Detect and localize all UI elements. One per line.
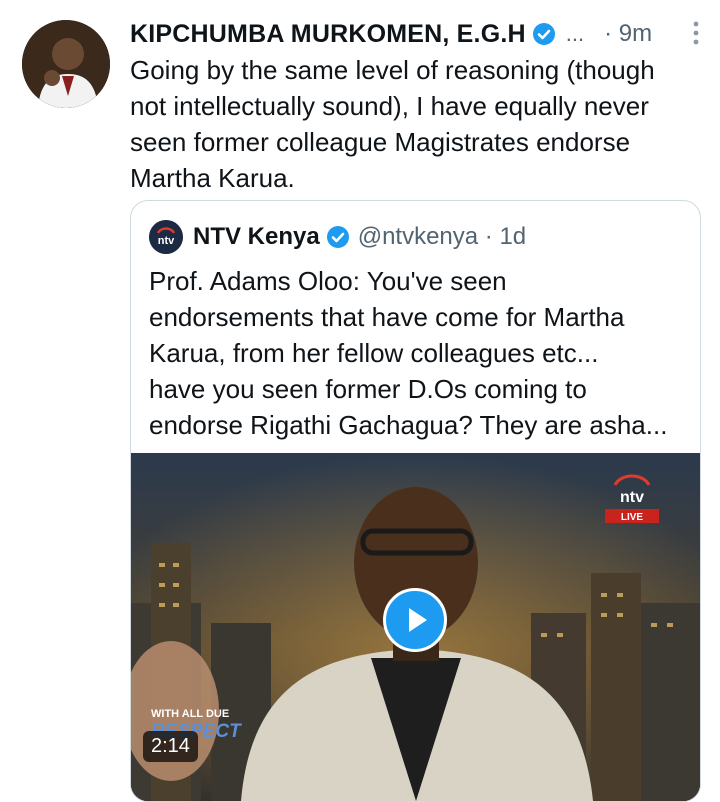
svg-text:ntv: ntv <box>620 489 644 506</box>
author-name[interactable]: KIPCHUMBA MURKOMEN, E.G.H <box>130 20 526 49</box>
quoted-tweet-header: ntv NTV Kenya @ntvkenya · 1d <box>149 219 526 255</box>
tweet-timestamp[interactable]: · 9m <box>604 20 652 48</box>
play-button[interactable] <box>383 588 447 652</box>
svg-text:LIVE: LIVE <box>621 512 644 523</box>
video-thumbnail[interactable]: ntv LIVE WITH ALL DUE RESPECT 2:14 <box>131 453 700 801</box>
svg-text:WITH ALL DUE: WITH ALL DUE <box>151 708 229 720</box>
quoted-author-avatar: ntv <box>149 220 183 254</box>
quoted-tweet-card[interactable]: ntv NTV Kenya @ntvkenya · 1d Prof. Adams… <box>130 200 701 802</box>
svg-text:ntv: ntv <box>158 235 175 247</box>
verified-badge-icon <box>532 23 555 45</box>
name-truncation-ellipsis: ... <box>565 21 585 46</box>
video-duration-badge: 2:14 <box>143 731 198 762</box>
quoted-author-name[interactable]: NTV Kenya <box>193 223 320 251</box>
play-icon <box>409 608 427 632</box>
tweet-header: KIPCHUMBA MURKOMEN, E.G.H ... · 9m <box>130 16 700 52</box>
avatar-image <box>22 20 110 108</box>
quoted-handle-time[interactable]: @ntvkenya · 1d <box>358 223 526 251</box>
author-avatar[interactable] <box>22 20 110 108</box>
quoted-tweet-text: Prof. Adams Oloo: You've seen endorsemen… <box>149 266 668 440</box>
ntv-live-logo: ntv LIVE <box>599 469 665 525</box>
tweet-text: Going by the same level of reasoning (th… <box>130 55 655 193</box>
more-vertical-icon[interactable] <box>692 20 700 46</box>
verified-badge-icon <box>326 226 349 248</box>
